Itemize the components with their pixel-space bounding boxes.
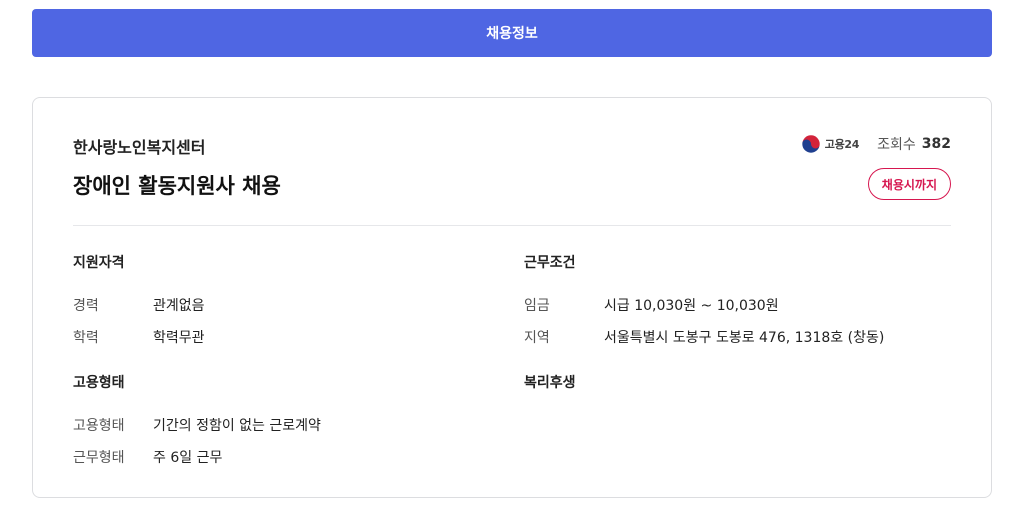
- row-label: 근무형태: [73, 450, 125, 466]
- row-label: 임금: [524, 298, 550, 314]
- section-conditions: 근무조건 임금 시급 10,030원 ~ 10,030원 지역 서울특별시 도봉…: [524, 253, 954, 353]
- job-meta: 고용24 조회수 382: [801, 134, 951, 154]
- row-label: 학력: [73, 330, 99, 346]
- info-row: 고용형태 기간의 정함이 없는 근로계약: [73, 409, 493, 441]
- section-title: 고용형태: [73, 375, 125, 391]
- row-value: 기간의 정함이 없는 근로계약: [153, 418, 321, 434]
- section-title: 지원자격: [73, 255, 125, 271]
- tab-job-info-label: 채용정보: [486, 26, 538, 42]
- info-row: 경력 관계없음: [73, 289, 493, 321]
- divider: [73, 225, 951, 226]
- source-name: 고용24: [824, 138, 860, 151]
- section-employment: 고용형태 고용형태 기간의 정함이 없는 근로계약 근무형태 주 6일 근무: [73, 373, 493, 473]
- section-title: 근무조건: [524, 255, 576, 271]
- tab-job-info[interactable]: 채용정보: [32, 9, 992, 57]
- row-value: 시급 10,030원 ~ 10,030원: [604, 298, 779, 314]
- job-card: 한사랑노인복지센터 장애인 활동지원사 채용 고용24 조회수 382 채용시까…: [32, 97, 992, 498]
- info-row: 근무형태 주 6일 근무: [73, 441, 493, 473]
- info-row: 임금 시급 10,030원 ~ 10,030원: [524, 289, 954, 321]
- views-count: 382: [921, 136, 951, 152]
- row-value: 서울특별시 도봉구 도봉로 476, 1318호 (창동): [604, 330, 885, 346]
- deadline-badge: 채용시까지: [867, 168, 951, 200]
- row-label: 지역: [524, 330, 550, 346]
- row-value: 주 6일 근무: [153, 450, 223, 466]
- section-qualification: 지원자격 경력 관계없음 학력 학력무관: [73, 253, 493, 353]
- deadline-label: 채용시까지: [881, 177, 937, 192]
- info-row: 학력 학력무관: [73, 321, 493, 353]
- source-badge: 고용24: [801, 134, 859, 154]
- views-label: 조회수: [877, 137, 916, 153]
- job-title: 장애인 활동지원사 채용: [73, 174, 281, 198]
- section-title: 복리후생: [524, 375, 576, 391]
- company-name: 한사랑노인복지센터: [73, 138, 206, 157]
- info-row: 지역 서울특별시 도봉구 도봉로 476, 1318호 (창동): [524, 321, 954, 353]
- row-value: 학력무관: [153, 330, 205, 346]
- row-label: 고용형태: [73, 418, 125, 434]
- section-welfare: 복리후생: [524, 373, 954, 393]
- row-label: 경력: [73, 298, 99, 314]
- korea-taegeuk-icon: [801, 134, 821, 154]
- row-value: 관계없음: [153, 298, 205, 314]
